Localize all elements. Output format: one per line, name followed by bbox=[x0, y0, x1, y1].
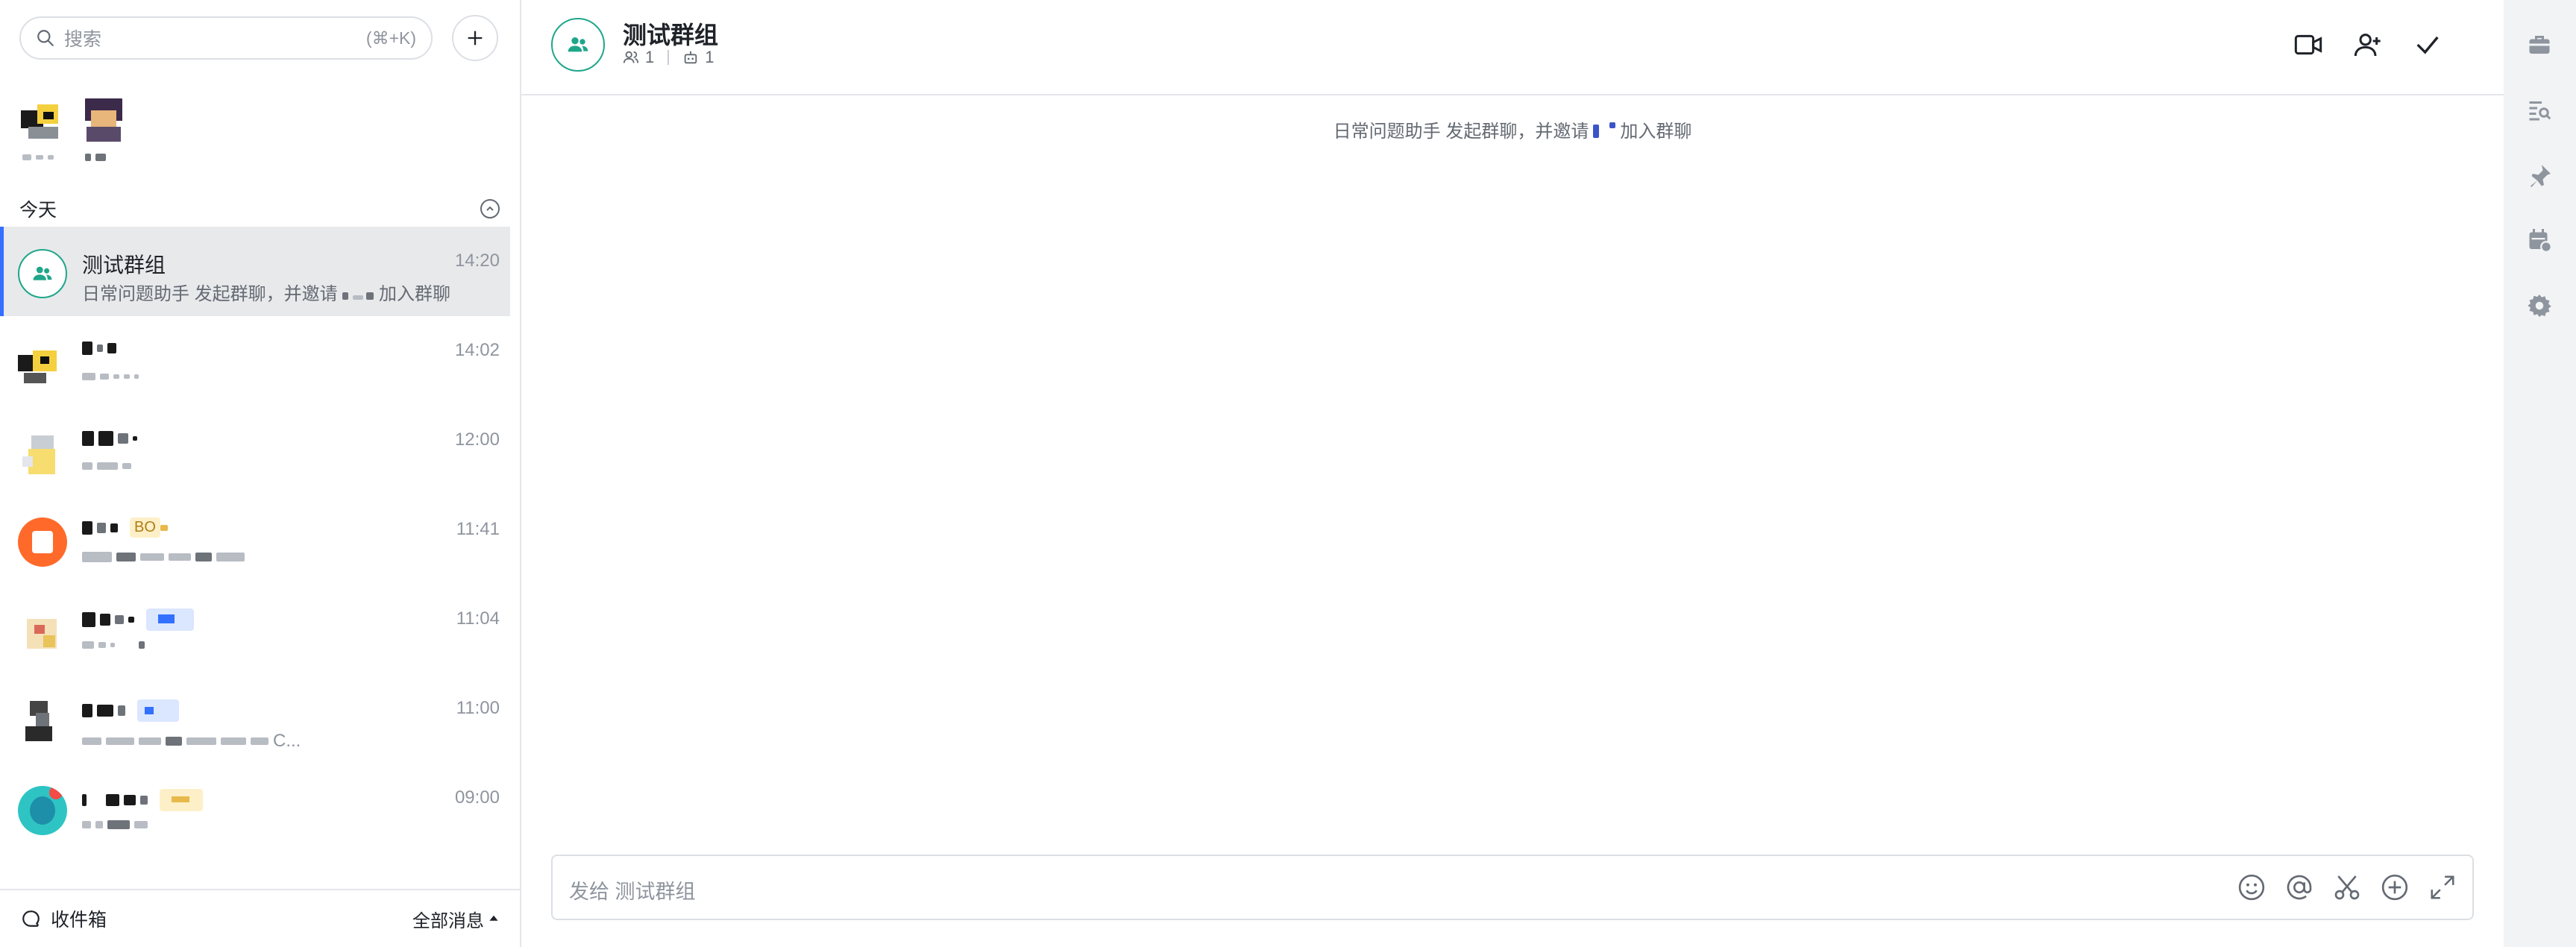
add-member-button[interactable] bbox=[2350, 27, 2386, 63]
message-filter-dropdown[interactable]: 全部消息 bbox=[412, 906, 499, 932]
inbox-button[interactable]: 收件箱 bbox=[21, 905, 107, 932]
more-actions-button[interactable] bbox=[2378, 871, 2411, 904]
gear-icon bbox=[2528, 295, 2551, 317]
inbox-bar: 收件箱 全部消息 bbox=[0, 889, 520, 947]
at-sign-icon bbox=[2287, 875, 2312, 900]
mention-button[interactable] bbox=[2283, 871, 2316, 904]
today-label: 今天 bbox=[19, 200, 57, 221]
preview-text: 日常问题助手 发起群聊，并邀请 bbox=[82, 284, 338, 304]
search-placeholder: 搜索 bbox=[64, 29, 102, 50]
contact-avatar bbox=[18, 517, 67, 567]
collapse-icon[interactable] bbox=[480, 199, 500, 218]
chat-name: 测试群组 bbox=[82, 254, 166, 277]
conversation-header: 测试群组 1 1 bbox=[521, 0, 2504, 95]
pinned-contact-avatar[interactable] bbox=[21, 97, 67, 143]
chat-time: 11:41 bbox=[456, 519, 500, 539]
contact-avatar bbox=[18, 339, 67, 388]
system-message-text: 日常问题助手 发起群聊，并邀请 bbox=[1333, 122, 1589, 142]
emoji-button[interactable] bbox=[2235, 871, 2268, 904]
chat-item[interactable]: BO 11:41 bbox=[0, 495, 510, 585]
conversation-panel: 测试群组 1 1 日常问题助手 发起群聊，并邀请 加入群聊 发给 测试群组 bbox=[521, 0, 2504, 947]
system-message: 日常问题助手 发起群聊，并邀请 加入群聊 bbox=[521, 116, 2504, 143]
chat-time: 14:20 bbox=[454, 251, 500, 271]
system-message-text: 加入群聊 bbox=[1620, 122, 1692, 142]
chat-preview: 日常问题助手 发起群聊，并邀请 加入群聊 bbox=[82, 279, 450, 305]
group-icon bbox=[568, 37, 588, 52]
expand-icon bbox=[2431, 875, 2454, 899]
group-avatar[interactable] bbox=[551, 18, 605, 72]
pin-icon bbox=[2531, 165, 2551, 187]
calendar-button[interactable] bbox=[2522, 222, 2557, 258]
bot-count[interactable]: 1 bbox=[705, 48, 714, 67]
chat-item[interactable]: 14:02 bbox=[0, 316, 510, 406]
chat-time: 09:00 bbox=[454, 787, 500, 808]
search-input[interactable]: 搜索 (⌘+K) bbox=[19, 16, 433, 60]
redacted-user[interactable] bbox=[1593, 122, 1616, 143]
filter-label: 全部消息 bbox=[412, 910, 484, 931]
members-icon bbox=[623, 51, 639, 63]
bot-icon bbox=[685, 51, 697, 64]
chat-item[interactable]: 09:00 bbox=[0, 764, 510, 853]
plus-icon bbox=[468, 31, 483, 45]
create-button[interactable] bbox=[452, 15, 498, 61]
member-count[interactable]: 1 bbox=[645, 48, 654, 67]
chat-item[interactable]: 11:04 bbox=[0, 585, 510, 674]
contact-avatar bbox=[18, 696, 67, 746]
group-meta: 1 1 bbox=[623, 48, 714, 67]
preview-text: 加入群聊 bbox=[379, 284, 451, 304]
briefcase-icon bbox=[2529, 36, 2550, 54]
search-shortcut-hint: (⌘+K) bbox=[365, 28, 416, 48]
pinned-contact-names bbox=[22, 154, 106, 161]
list-search-icon bbox=[2529, 101, 2551, 121]
chat-item[interactable]: 11:00 C... bbox=[0, 674, 510, 764]
chat-item-test-group[interactable]: 测试群组 14:20 日常问题助手 发起群聊，并邀请 加入群聊 bbox=[0, 227, 510, 316]
group-icon bbox=[33, 266, 52, 280]
video-camera-icon bbox=[2294, 34, 2322, 55]
emoji-icon bbox=[2238, 874, 2265, 901]
scissors-icon bbox=[2334, 875, 2360, 900]
today-section-header[interactable]: 今天 bbox=[19, 197, 500, 221]
contact-avatar bbox=[18, 607, 67, 656]
contact-avatar bbox=[18, 428, 67, 477]
plus-circle-icon bbox=[2381, 874, 2408, 901]
caret-up-icon bbox=[489, 915, 498, 921]
calendar-icon bbox=[2529, 229, 2552, 253]
pin-button[interactable] bbox=[2522, 158, 2557, 194]
video-call-button[interactable] bbox=[2290, 27, 2326, 63]
preview-text: C... bbox=[273, 731, 301, 751]
chat-tag: BO bbox=[130, 517, 160, 538]
chat-time: 11:00 bbox=[456, 698, 500, 718]
message-composer[interactable]: 发给 测试群组 bbox=[551, 855, 2474, 920]
chat-time: 11:04 bbox=[456, 608, 500, 629]
contact-avatar bbox=[18, 786, 67, 835]
inbox-label: 收件箱 bbox=[51, 910, 107, 931]
composer-placeholder: 发给 测试群组 bbox=[569, 881, 696, 903]
chat-bubble-icon bbox=[22, 910, 40, 927]
checkmark-icon bbox=[2416, 36, 2439, 54]
chat-item[interactable]: 12:00 bbox=[0, 406, 510, 495]
add-user-icon bbox=[2354, 34, 2381, 57]
chat-time: 12:00 bbox=[454, 430, 500, 450]
search-history-button[interactable] bbox=[2522, 92, 2557, 128]
mark-done-button[interactable] bbox=[2410, 27, 2445, 63]
settings-button[interactable] bbox=[2522, 288, 2557, 324]
briefcase-button[interactable] bbox=[2522, 27, 2557, 63]
screenshot-button[interactable] bbox=[2331, 871, 2363, 904]
group-avatar bbox=[18, 249, 67, 298]
expand-composer-button[interactable] bbox=[2426, 871, 2459, 904]
chat-list-panel: 搜索 (⌘+K) 今天 测试群组 14:20 日常问题助手 发起群聊，并邀请 加… bbox=[0, 0, 521, 947]
pinned-contact-avatar[interactable] bbox=[81, 97, 127, 143]
right-tool-rail bbox=[2504, 0, 2576, 947]
search-icon bbox=[37, 30, 54, 46]
conversation-title[interactable]: 测试群组 bbox=[623, 16, 718, 51]
chat-time: 14:02 bbox=[454, 340, 500, 360]
